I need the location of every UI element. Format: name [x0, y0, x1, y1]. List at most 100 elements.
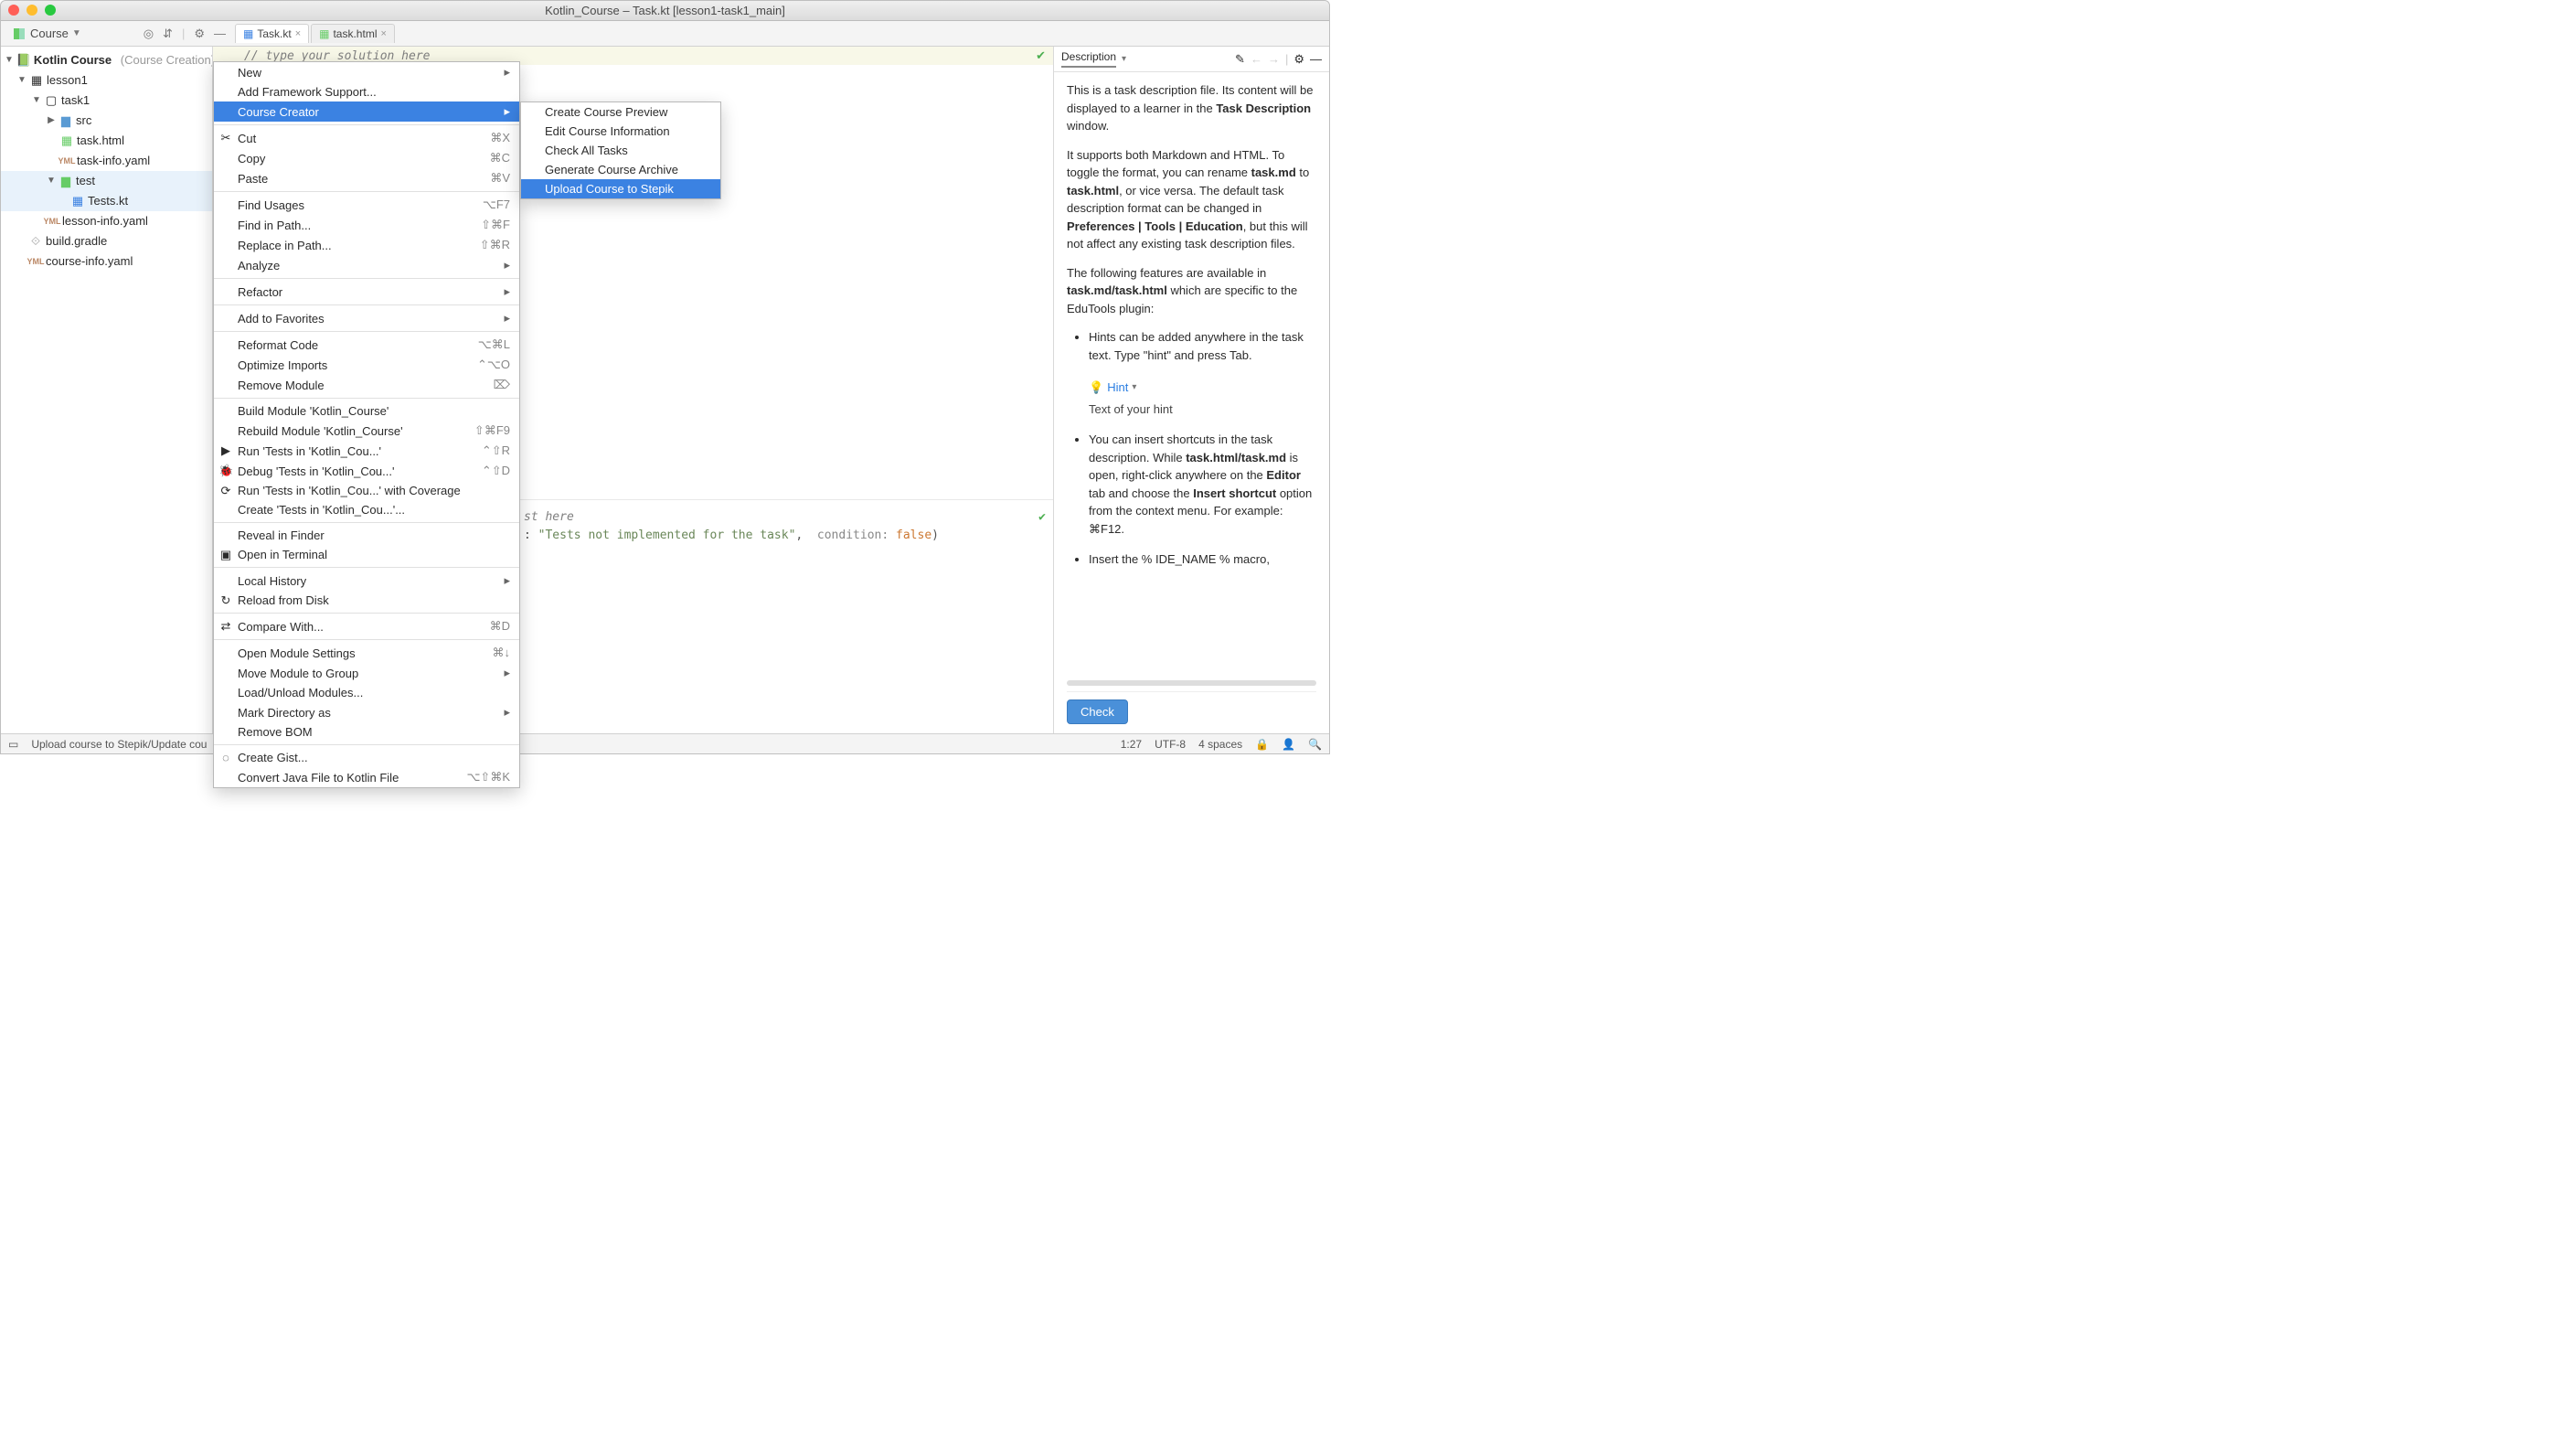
menu-item[interactable]: Add to Favorites▸: [214, 308, 519, 328]
window-title: Kotlin_Course – Task.kt [lesson1-task1_m…: [545, 4, 785, 17]
tree-src[interactable]: ▶▆src: [1, 111, 212, 131]
menu-item[interactable]: New▸: [214, 62, 519, 82]
menu-item[interactable]: Open Module Settings⌘↓: [214, 643, 519, 663]
menu-item[interactable]: Refactor▸: [214, 282, 519, 302]
menu-item[interactable]: ✂Cut⌘X: [214, 128, 519, 148]
menu-item[interactable]: Course Creator▸: [214, 101, 519, 122]
menu-item[interactable]: Find in Path...⇧⌘F: [214, 215, 519, 235]
chevron-down-icon[interactable]: ▾: [1122, 54, 1126, 64]
desc-text: Task Description: [1216, 101, 1311, 115]
edit-icon[interactable]: ✎: [1235, 52, 1245, 67]
tree-label: src: [76, 112, 91, 130]
list-item: Insert the % IDE_NAME % macro,: [1089, 552, 1270, 566]
menu-label: Build Module 'Kotlin_Course': [238, 404, 389, 418]
menu-item[interactable]: Remove BOM: [214, 722, 519, 742]
minimize-panel-icon[interactable]: —: [214, 27, 226, 41]
hint-toggle[interactable]: 💡Hint ▾: [1089, 379, 1136, 397]
menu-shortcut: ⌘D: [472, 619, 510, 634]
tree-build-gradle[interactable]: ⟐build.gradle: [1, 231, 212, 251]
target-icon[interactable]: ◎: [144, 27, 154, 41]
menu-shortcut: ⌥F7: [464, 198, 510, 212]
menu-item[interactable]: Mark Directory as▸: [214, 702, 519, 722]
search-icon[interactable]: 🔍: [1308, 738, 1322, 751]
book-icon: [12, 27, 27, 41]
tree-label: task1: [61, 91, 90, 110]
tree-course-info[interactable]: YMLcourse-info.yaml: [1, 251, 212, 272]
code-paren: ): [931, 528, 939, 542]
menu-item[interactable]: Find Usages⌥F7: [214, 195, 519, 215]
inspector-icon[interactable]: 👤: [1282, 738, 1295, 751]
tab-task-html[interactable]: ▦ task.html ×: [311, 24, 395, 43]
menu-item[interactable]: Upload Course to Stepik: [521, 179, 720, 198]
tree-task1[interactable]: ▼▢task1: [1, 91, 212, 111]
menu-item[interactable]: Create 'Tests in 'Kotlin_Cou...'...: [214, 500, 519, 519]
gear-icon[interactable]: ⚙: [1293, 52, 1304, 67]
project-tree: ▼📗Kotlin Course (Course Creation) ▼▦less…: [1, 47, 213, 733]
minimize-panel-icon[interactable]: —: [1310, 52, 1322, 66]
encoding[interactable]: UTF-8: [1155, 738, 1186, 751]
menu-item[interactable]: Copy⌘C: [214, 148, 519, 168]
menu-label: Mark Directory as: [238, 706, 331, 720]
menu-item[interactable]: 🐞Debug 'Tests in 'Kotlin_Cou...'⌃⇧D: [214, 461, 519, 481]
menu-item[interactable]: ◌Create Gist...: [214, 748, 519, 767]
menu-item[interactable]: Analyze▸: [214, 255, 519, 275]
menu-item[interactable]: Rebuild Module 'Kotlin_Course'⇧⌘F9: [214, 421, 519, 441]
menu-item[interactable]: Move Module to Group▸: [214, 663, 519, 683]
menu-item[interactable]: Optimize Imports⌃⌥O: [214, 355, 519, 375]
tab-close-icon[interactable]: ×: [380, 28, 386, 39]
menu-item[interactable]: Create Course Preview: [521, 102, 720, 122]
menu-item[interactable]: Paste⌘V: [214, 168, 519, 188]
cursor-position[interactable]: 1:27: [1121, 738, 1142, 751]
menu-shortcut: ⌘↓: [474, 646, 511, 660]
scrollbar[interactable]: [1067, 680, 1316, 686]
menu-item[interactable]: Build Module 'Kotlin_Course': [214, 401, 519, 421]
gear-icon[interactable]: ⚙: [194, 27, 205, 41]
tree-task-info[interactable]: YMLtask-info.yaml: [1, 151, 212, 171]
menu-item[interactable]: Check All Tasks: [521, 141, 720, 160]
menu-item[interactable]: Add Framework Support...: [214, 82, 519, 101]
tree-label: task.html: [77, 132, 124, 150]
menu-item[interactable]: Reveal in Finder: [214, 526, 519, 545]
tree-test[interactable]: ▼▆test: [1, 171, 212, 191]
maximize-icon[interactable]: [45, 5, 56, 16]
menu-item[interactable]: Load/Unload Modules...: [214, 683, 519, 702]
editor-comment-2: st here: [524, 510, 574, 524]
arrow-right-icon[interactable]: →: [1268, 52, 1280, 66]
menu-item[interactable]: ↻Reload from Disk: [214, 591, 519, 610]
menu-item[interactable]: ⇄Compare With...⌘D: [214, 616, 519, 636]
tab-close-icon[interactable]: ×: [295, 28, 301, 39]
tree-lesson1[interactable]: ▼▦lesson1: [1, 70, 212, 91]
hint-label: Hint: [1107, 379, 1128, 397]
menu-item[interactable]: Local History▸: [214, 571, 519, 591]
check-button[interactable]: Check: [1067, 699, 1128, 724]
lock-icon[interactable]: 🔒: [1255, 738, 1269, 751]
menu-shortcut: ⌘C: [472, 151, 510, 165]
menu-item[interactable]: Reformat Code⌥⌘L: [214, 335, 519, 355]
menu-label: Generate Course Archive: [545, 163, 678, 176]
code-param: condition:: [817, 528, 889, 542]
gradle-icon: ⟐: [28, 234, 43, 249]
tree-tests-kt[interactable]: ▦Tests.kt: [1, 191, 212, 211]
menu-item[interactable]: Edit Course Information: [521, 122, 720, 141]
tree-root[interactable]: ▼📗Kotlin Course (Course Creation): [1, 50, 212, 70]
menu-item[interactable]: Remove Module⌦: [214, 375, 519, 395]
tab-task-kt[interactable]: ▦ Task.kt ×: [235, 24, 309, 43]
collapse-icon[interactable]: ⇵: [163, 27, 173, 41]
course-dropdown[interactable]: Course ▼: [6, 25, 87, 43]
close-icon[interactable]: [8, 5, 19, 16]
menu-item[interactable]: ⟳Run 'Tests in 'Kotlin_Cou...' with Cove…: [214, 481, 519, 500]
indent[interactable]: 4 spaces: [1198, 738, 1242, 751]
hint-text: Text of your hint: [1089, 402, 1173, 416]
menu-item[interactable]: Generate Course Archive: [521, 160, 720, 179]
tree-task-html[interactable]: ▦task.html: [1, 131, 212, 151]
menu-label: Remove BOM: [238, 725, 313, 739]
menu-item[interactable]: ▣Open in Terminal: [214, 545, 519, 564]
menu-shortcut: ⌥⌘L: [460, 337, 510, 352]
menu-item[interactable]: Replace in Path...⇧⌘R: [214, 235, 519, 255]
arrow-left-icon[interactable]: ←: [1251, 52, 1262, 66]
menu-item[interactable]: Convert Java File to Kotlin File⌥⇧⌘K: [214, 767, 519, 787]
menu-shortcut: ⌃⇧D: [463, 464, 510, 478]
minimize-icon[interactable]: [27, 5, 37, 16]
tree-lesson-info[interactable]: YMLlesson-info.yaml: [1, 211, 212, 231]
menu-item[interactable]: ▶Run 'Tests in 'Kotlin_Cou...'⌃⇧R: [214, 441, 519, 461]
